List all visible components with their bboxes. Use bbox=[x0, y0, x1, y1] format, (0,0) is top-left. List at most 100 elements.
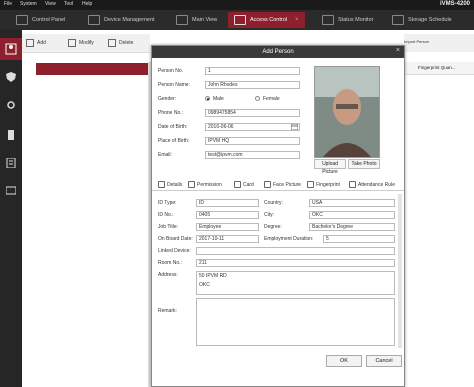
app-title: iVMS-4200 bbox=[439, 1, 470, 7]
tab-access-control[interactable]: Access Control × bbox=[228, 12, 305, 28]
details-icon bbox=[158, 181, 165, 188]
close-icon[interactable]: × bbox=[396, 47, 400, 54]
address-line-1: 50 IPVM RD bbox=[199, 273, 227, 279]
id-no-field[interactable]: 0405 bbox=[196, 211, 259, 219]
place-of-birth-label: Place of Birth: bbox=[158, 138, 190, 144]
take-photo-button[interactable]: Take Photo bbox=[348, 159, 380, 169]
cancel-button[interactable]: Cancel bbox=[366, 355, 402, 367]
import-person-button[interactable]: Import Person bbox=[404, 39, 429, 44]
female-radio[interactable] bbox=[255, 96, 260, 101]
left-nav bbox=[0, 30, 22, 387]
shield-icon[interactable] bbox=[6, 72, 16, 82]
tab-label: Card bbox=[243, 181, 254, 188]
organization-row-selected[interactable] bbox=[36, 63, 148, 75]
module-tab-bar: Control Panel Device Management Main Vie… bbox=[0, 10, 474, 30]
menu-file[interactable]: File bbox=[4, 1, 12, 7]
gear-icon[interactable] bbox=[6, 100, 16, 110]
country-label: Country: bbox=[264, 200, 283, 206]
grid-icon bbox=[16, 15, 28, 25]
person-name-label: Person Name: bbox=[158, 82, 190, 88]
person-name-field[interactable]: John Rhodes bbox=[205, 81, 300, 89]
ok-button[interactable]: OK bbox=[326, 355, 362, 367]
report-icon[interactable] bbox=[6, 158, 16, 168]
tab-label: Control Panel bbox=[32, 17, 66, 23]
tab-label: Status Monitor bbox=[338, 17, 374, 23]
door-icon[interactable] bbox=[6, 130, 16, 140]
date-of-birth-label: Date of Birth: bbox=[158, 124, 188, 130]
person-photo bbox=[314, 66, 380, 158]
remark-field[interactable] bbox=[196, 298, 395, 346]
linked-device-label: Linked Device: bbox=[158, 248, 191, 254]
dialog-title-bar: Add Person bbox=[152, 46, 404, 58]
add-button[interactable]: Add bbox=[26, 39, 46, 47]
menu-view[interactable]: View bbox=[45, 1, 56, 7]
person-no-field[interactable]: 1 bbox=[205, 67, 300, 75]
modify-button[interactable]: Modify bbox=[68, 39, 94, 47]
tab-details[interactable]: Details bbox=[158, 181, 182, 188]
on-board-date-field[interactable]: 2017-10-11 bbox=[196, 235, 259, 243]
phone-no-field[interactable]: 0989475854 bbox=[205, 109, 300, 117]
tab-face-picture[interactable]: Face Picture bbox=[264, 181, 301, 188]
tab-card[interactable]: Card bbox=[234, 181, 254, 188]
job-title-field[interactable]: Employee bbox=[196, 223, 259, 231]
tab-fingerprint[interactable]: Fingerprint bbox=[307, 181, 340, 188]
city-field[interactable]: OKC bbox=[309, 211, 395, 219]
device-icon bbox=[88, 15, 100, 25]
edit-icon bbox=[68, 39, 76, 47]
male-label: Male bbox=[213, 96, 224, 102]
tab-control-panel[interactable]: Control Panel bbox=[16, 12, 65, 28]
tab-device-management[interactable]: Device Management bbox=[88, 12, 154, 28]
delete-icon bbox=[108, 39, 116, 47]
tab-status-monitor[interactable]: Status Monitor bbox=[322, 12, 373, 28]
tab-storage-schedule[interactable]: Storage Schedule bbox=[392, 12, 452, 28]
person-photo-image bbox=[315, 67, 379, 157]
permission-icon bbox=[188, 181, 195, 188]
date-of-birth-field[interactable]: 2016-06-06 bbox=[205, 123, 300, 131]
country-field[interactable]: USA bbox=[309, 199, 395, 207]
room-no-field[interactable]: 211 bbox=[196, 259, 395, 267]
title-bar: File System View Tool Help iVMS-4200 bbox=[0, 0, 474, 10]
details-scrollbar[interactable] bbox=[398, 194, 402, 348]
details-subtab-bar: Details Permission Card Face Picture Fin… bbox=[152, 180, 404, 191]
tab-main-view[interactable]: Main View bbox=[176, 12, 217, 28]
card-icon bbox=[234, 181, 241, 188]
import-label: Import Person bbox=[404, 39, 430, 44]
nav-person-active[interactable] bbox=[0, 38, 22, 60]
tab-label: Main View bbox=[192, 17, 218, 23]
tab-label: Face Picture bbox=[273, 181, 302, 188]
monitor-icon bbox=[176, 15, 188, 25]
person-icon bbox=[5, 43, 17, 55]
tab-label: Permission bbox=[197, 181, 222, 188]
degree-label: Degree: bbox=[264, 224, 282, 230]
fingerprint-icon bbox=[307, 181, 314, 188]
dialog-title: Add Person bbox=[262, 49, 294, 55]
id-type-select[interactable]: ID bbox=[196, 199, 259, 207]
delete-button[interactable]: Delete bbox=[108, 39, 133, 47]
male-radio[interactable] bbox=[205, 96, 210, 101]
column-label: Fingerprint Quan... bbox=[418, 65, 456, 70]
close-icon[interactable]: × bbox=[295, 17, 299, 23]
tab-attendance-rule[interactable]: Attendance Rule bbox=[349, 181, 395, 188]
menu-system[interactable]: System bbox=[20, 1, 37, 7]
employment-duration-field[interactable]: 5 bbox=[323, 235, 395, 243]
employment-duration-label: Employment Duration: bbox=[264, 236, 314, 242]
email-field[interactable]: test@ipvm.com bbox=[205, 151, 300, 159]
linked-device-select[interactable] bbox=[196, 247, 395, 255]
upload-picture-button[interactable]: Upload Picture bbox=[314, 159, 346, 175]
address-line-2: OKC bbox=[199, 282, 210, 288]
message-icon[interactable] bbox=[6, 186, 16, 196]
address-field[interactable]: 50 IPVM RD OKC bbox=[196, 271, 395, 295]
import-export-toolbar: Import Person bbox=[404, 34, 474, 52]
menu-tool[interactable]: Tool bbox=[64, 1, 73, 7]
id-type-label: ID Type: bbox=[158, 200, 177, 206]
access-icon bbox=[234, 15, 246, 25]
job-title-label: Job Title: bbox=[158, 224, 179, 230]
menu-help[interactable]: Help bbox=[82, 1, 92, 7]
degree-select[interactable]: Bachelor's Degree bbox=[309, 223, 395, 231]
modify-label: Modify bbox=[79, 40, 94, 46]
calendar-icon[interactable] bbox=[291, 124, 298, 130]
email-label: Email: bbox=[158, 152, 172, 158]
tab-permission[interactable]: Permission bbox=[188, 181, 222, 188]
storage-icon bbox=[392, 15, 404, 25]
place-of-birth-field[interactable]: IPVM HQ bbox=[205, 137, 300, 145]
